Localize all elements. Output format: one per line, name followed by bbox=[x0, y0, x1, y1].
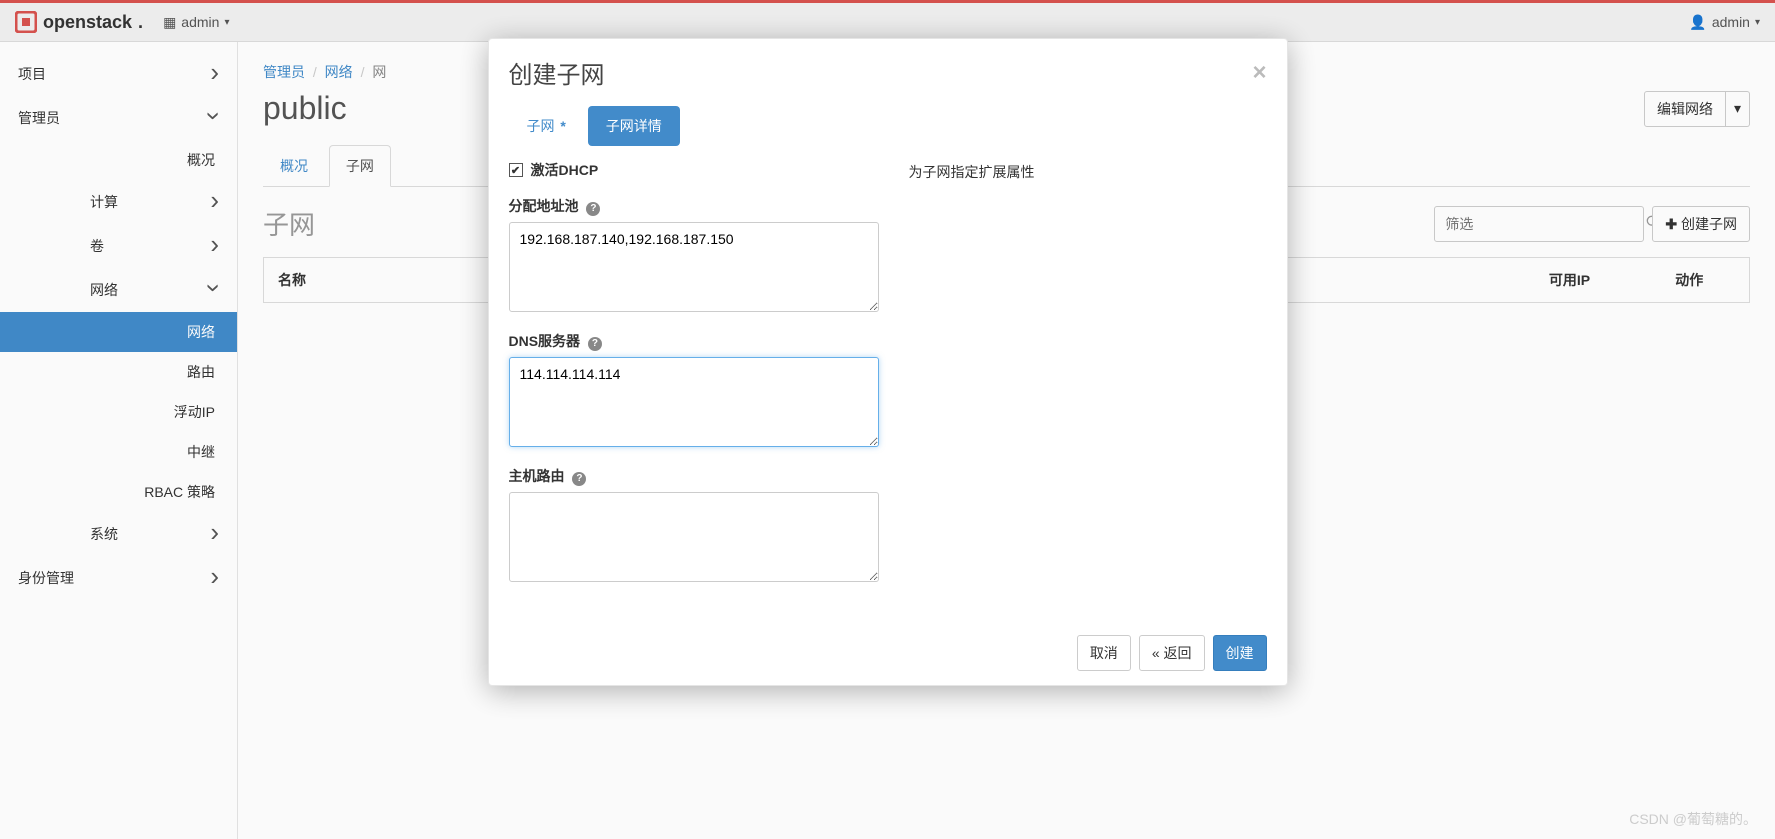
modal-hint: 为子网指定扩展属性 bbox=[909, 162, 1267, 182]
enable-dhcp-label: 激活DHCP bbox=[531, 160, 599, 180]
host-routes-input[interactable] bbox=[509, 492, 879, 582]
allocation-pools-label: 分配地址池 ? bbox=[509, 196, 879, 216]
allocation-pools-input[interactable] bbox=[509, 222, 879, 312]
back-button[interactable]: « 返回 bbox=[1139, 635, 1205, 671]
dns-servers-label: DNS服务器 ? bbox=[509, 331, 879, 351]
modal-overlay: 创建子网 × 子网 * 子网详情 ✔ 激活DHCP 分配地址池 bbox=[0, 0, 1775, 839]
submit-button[interactable]: 创建 bbox=[1213, 635, 1267, 671]
required-icon: * bbox=[560, 118, 565, 134]
modal-tab-subnet-label: 子网 bbox=[527, 118, 555, 134]
close-icon[interactable]: × bbox=[1252, 59, 1266, 87]
help-icon[interactable]: ? bbox=[572, 472, 586, 486]
modal-tab-subnet[interactable]: 子网 * bbox=[509, 106, 584, 146]
checkbox-checked-icon[interactable]: ✔ bbox=[509, 163, 523, 177]
create-subnet-modal: 创建子网 × 子网 * 子网详情 ✔ 激活DHCP 分配地址池 bbox=[488, 38, 1288, 686]
host-routes-label: 主机路由 ? bbox=[509, 466, 879, 486]
help-icon[interactable]: ? bbox=[586, 202, 600, 216]
help-icon[interactable]: ? bbox=[588, 337, 602, 351]
modal-title: 创建子网 bbox=[509, 55, 605, 90]
cancel-button[interactable]: 取消 bbox=[1077, 635, 1131, 671]
dns-servers-input[interactable] bbox=[509, 357, 879, 447]
enable-dhcp-row[interactable]: ✔ 激活DHCP bbox=[509, 160, 879, 180]
modal-tab-details[interactable]: 子网详情 bbox=[588, 106, 680, 146]
